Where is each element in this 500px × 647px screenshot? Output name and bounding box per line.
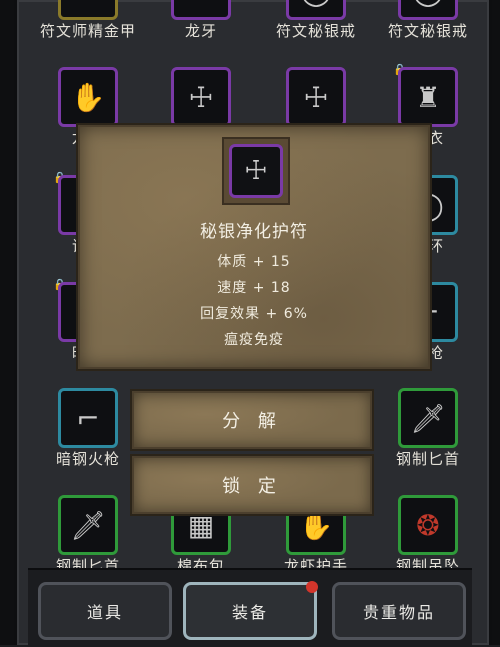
inventory-slot[interactable]: ⛨ 符文师精金甲 [40, 0, 135, 60]
dagger-icon: ⚔ [171, 0, 231, 20]
slot-label: 暗钢火枪 [55, 450, 120, 468]
slot-label: 符文秘银戒 [275, 22, 356, 40]
ring-icon: ◯ [398, 0, 458, 20]
inventory-slot[interactable]: ⚔ 龙牙 [162, 0, 240, 60]
tab-equipment[interactable]: 装备 [183, 581, 318, 640]
left-border [0, 0, 14, 645]
lock-button[interactable]: 锁 定 [132, 456, 372, 514]
item-stat: 体质 + 15 [217, 254, 291, 270]
tab-label: 道具 [86, 603, 123, 622]
tab-label: 装备 [231, 603, 268, 622]
slot-label: 符文师精金甲 [39, 22, 136, 40]
notification-badge [306, 581, 318, 593]
tab-items[interactable]: 道具 [38, 582, 172, 640]
amulet-icon: ☩ [229, 144, 283, 198]
slot-label: 龙牙 [184, 22, 217, 40]
dagger-icon: 🗡 [398, 388, 458, 448]
tab-valuables[interactable]: 贵重物品 [332, 582, 466, 640]
gauntlet-icon: ✋ [58, 67, 118, 127]
inventory-slot[interactable]: 🗡 钢制匕首 [389, 388, 467, 488]
slot-label: 符文秘银戒 [387, 22, 468, 40]
amulet-icon: ☩ [171, 67, 231, 127]
amulet-icon: ☩ [286, 67, 346, 127]
musket-icon: ⌐ [58, 388, 118, 448]
tooltip-icon-frame: ☩ [222, 137, 290, 205]
ring-icon: ◯ [286, 0, 346, 20]
item-stat: 速度 + 18 [217, 280, 291, 296]
inventory-slot[interactable]: ◯ 符文秘银戒 [388, 0, 467, 60]
inventory-slot[interactable]: ⌐ 暗钢火枪 [49, 388, 127, 488]
slot-label: 钢制匕首 [395, 450, 460, 468]
pendant-icon: ❂ [398, 495, 458, 555]
bottom-tab-bar: 道具 装备 贵重物品 [28, 568, 472, 647]
tab-label: 贵重物品 [362, 603, 435, 622]
item-name: 秘银净化护符 [200, 222, 308, 242]
item-stat: 回复效果 + 6% [200, 306, 308, 322]
item-stat: 瘟疫免疫 [224, 332, 284, 348]
inventory-slot[interactable]: ◯ 符文秘银戒 [276, 0, 355, 60]
armor-icon: ⛨ [58, 0, 118, 20]
item-tooltip: ☩ 秘银净化护符 体质 + 15 速度 + 18 回复效果 + 6% 瘟疫免疫 [78, 125, 430, 369]
robe-icon: ♜ [398, 67, 458, 127]
dagger-icon: 🗡 [58, 495, 118, 555]
decompose-button[interactable]: 分 解 [132, 391, 372, 449]
